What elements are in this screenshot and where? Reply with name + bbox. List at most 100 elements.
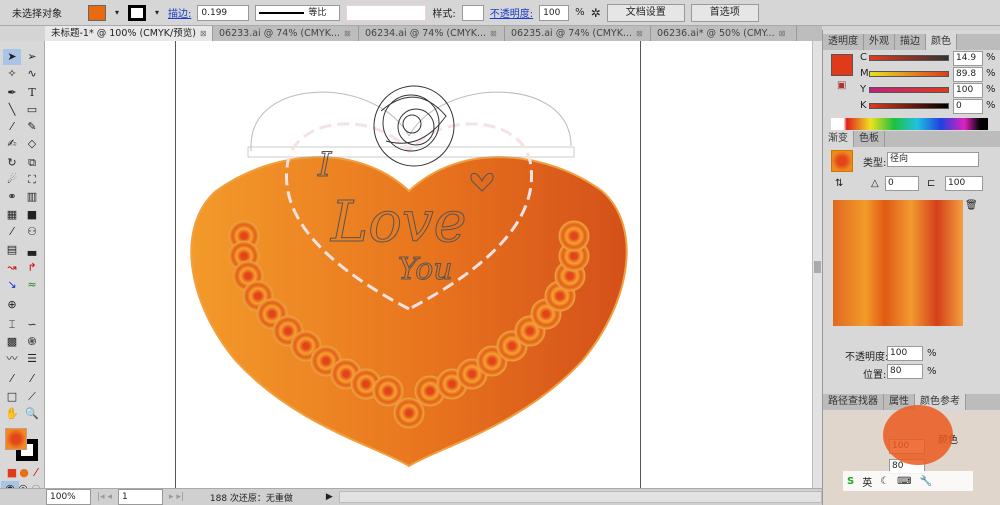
close-icon[interactable]: ⊠: [636, 29, 643, 38]
corner-tool-icon[interactable]: ↘: [3, 277, 21, 293]
rotate-tool-icon[interactable]: ↻: [3, 155, 21, 171]
k-value-input[interactable]: 0: [953, 99, 983, 114]
color-swatch[interactable]: [831, 54, 853, 76]
wave-tool-icon[interactable]: ∽: [23, 317, 41, 333]
tab-document[interactable]: 06234.ai @ 74% (CMYK... ⊠: [359, 26, 505, 41]
tab-document[interactable]: 06235.ai @ 74% (CMYK... ⊠: [505, 26, 651, 41]
grid-tool-icon[interactable]: ▩: [3, 334, 21, 350]
heart-artwork[interactable]: I Love You: [176, 41, 642, 488]
crosshair-tool-icon[interactable]: ⊕: [3, 297, 21, 313]
chevron-down-icon[interactable]: ▾: [112, 6, 122, 20]
tab-swatches[interactable]: 色板: [854, 131, 885, 147]
selection-tool-icon[interactable]: ➤: [3, 49, 21, 65]
vertical-scrollbar[interactable]: [812, 41, 822, 488]
status-menu-icon[interactable]: ▶: [326, 492, 333, 502]
stroke-swatch[interactable]: [128, 4, 146, 21]
line-tool-icon[interactable]: ╲: [3, 102, 21, 118]
out-of-gamut-icon[interactable]: ▣: [837, 80, 846, 91]
stop-opacity-input[interactable]: 100: [887, 346, 923, 361]
close-icon[interactable]: ⊠: [490, 29, 497, 38]
mesh-tool-icon[interactable]: ▦: [3, 207, 21, 223]
pen-tool-icon[interactable]: ✒: [3, 85, 21, 101]
preferences-button[interactable]: 首选项: [690, 3, 759, 22]
page-select[interactable]: 1: [117, 489, 163, 505]
close-icon[interactable]: ⊠: [779, 29, 786, 38]
c-slider[interactable]: [869, 55, 949, 61]
scribble-tool-icon[interactable]: 〰: [3, 351, 21, 367]
artboard[interactable]: I Love You: [175, 41, 641, 488]
pencil-tool-icon[interactable]: ✎: [23, 119, 41, 135]
tab-stroke[interactable]: 描边: [895, 34, 926, 50]
slice-tool-icon[interactable]: ⟋: [23, 389, 41, 405]
y-value-input[interactable]: 100: [953, 83, 983, 98]
none-mode-icon[interactable]: ⁄: [27, 465, 45, 481]
location-input[interactable]: 80: [887, 364, 923, 379]
reverse-gradient-icon[interactable]: ⇅: [835, 178, 843, 189]
aspect-ratio-input[interactable]: 100: [945, 176, 983, 191]
next-page-icon[interactable]: ▸ ▸|: [169, 492, 184, 502]
document-setup-button[interactable]: 文档设置: [606, 3, 685, 22]
graph-tool-icon[interactable]: ▃: [23, 242, 41, 258]
curvature-tool-icon[interactable]: ↱: [23, 260, 41, 276]
paintbrush-tool-icon[interactable]: ⁄: [3, 119, 21, 135]
lasso-tool-icon[interactable]: ∿: [23, 66, 41, 82]
tab-appearance[interactable]: 外观: [864, 34, 895, 50]
gradient-slider[interactable]: [833, 200, 963, 326]
gradient-tool-icon[interactable]: ■: [23, 207, 41, 223]
free-transform-tool-icon[interactable]: ⛶: [23, 172, 41, 188]
eraser-tool-icon[interactable]: ◇: [23, 136, 41, 152]
stroke-weight-input[interactable]: 0.199: [197, 4, 250, 21]
first-page-icon[interactable]: |◂ ◂: [97, 492, 112, 502]
live-paint-select-tool-icon[interactable]: ⁄: [23, 371, 41, 387]
opacity-input[interactable]: 100: [539, 4, 570, 21]
tab-pathfinder[interactable]: 路径查找器: [823, 394, 884, 410]
m-slider[interactable]: [869, 71, 949, 77]
fill-color-box[interactable]: [5, 428, 27, 450]
type-tool-icon[interactable]: T: [23, 85, 41, 101]
brush-select[interactable]: [346, 4, 427, 21]
eyedropper-tool-icon[interactable]: ⁄: [3, 224, 21, 240]
tab-document[interactable]: 未标题-1* @ 100% (CMYK/预览) ⊠: [45, 26, 213, 41]
gradient-type-select[interactable]: 径向: [887, 152, 979, 167]
canvas[interactable]: I Love You: [45, 41, 812, 488]
y-slider[interactable]: [869, 87, 949, 93]
k-slider[interactable]: [869, 103, 949, 109]
tab-document[interactable]: 06233.ai @ 74% (CMYK... ⊠: [213, 26, 359, 41]
m-value-input[interactable]: 89.8: [953, 67, 983, 82]
stroke-link[interactable]: 描边:: [168, 5, 191, 20]
chevron-down-icon[interactable]: ▾: [152, 6, 162, 20]
fill-swatch[interactable]: [88, 4, 106, 21]
zoom-select[interactable]: 100%: [46, 489, 91, 505]
color-spectrum[interactable]: [831, 118, 988, 130]
twirl-tool-icon[interactable]: ֍: [23, 334, 41, 350]
direct-selection-tool-icon[interactable]: ➢: [23, 49, 41, 65]
moon-icon[interactable]: ☾: [880, 476, 889, 487]
opacity-link[interactable]: 不透明度:: [490, 5, 533, 20]
tab-document[interactable]: 06236.ai* @ 50% (CMY... ⊠: [651, 26, 797, 41]
blob-brush-tool-icon[interactable]: ✍: [3, 136, 21, 152]
symbol-sprayer-tool-icon[interactable]: ▤: [3, 242, 21, 258]
blend-tool-icon[interactable]: ⚇: [23, 224, 41, 240]
ime-toolbar[interactable]: S 英 ☾ ⌨ 🔧: [843, 471, 973, 491]
delete-stop-icon[interactable]: 🗑: [965, 200, 978, 211]
angle-input[interactable]: 0: [885, 176, 919, 191]
perspective-grid-tool-icon[interactable]: ▥: [23, 189, 41, 205]
smooth-tool-icon[interactable]: ≈: [23, 277, 41, 293]
envelope-tool-icon[interactable]: ⌶: [3, 317, 21, 333]
shape-builder-tool-icon[interactable]: ⚭: [3, 189, 21, 205]
stroke-profile-select[interactable]: 等比: [255, 4, 341, 21]
gradient-preview-swatch[interactable]: [831, 150, 853, 172]
rectangle-tool-icon[interactable]: ▭: [23, 102, 41, 118]
tab-gradient[interactable]: 渐变: [823, 131, 854, 147]
artboard-tool-icon[interactable]: □: [3, 389, 21, 405]
tab-transparency[interactable]: 透明度: [823, 34, 864, 50]
width-tool-icon[interactable]: ↝: [3, 260, 21, 276]
wrench-icon[interactable]: 🔧: [920, 476, 932, 487]
scale-tool-icon[interactable]: ⧉: [23, 155, 41, 171]
live-paint-tool-icon[interactable]: ⁄: [3, 371, 21, 387]
magic-wand-tool-icon[interactable]: ✧: [3, 66, 21, 82]
style-select[interactable]: [461, 4, 484, 21]
close-icon[interactable]: ⊠: [200, 29, 207, 38]
tab-color[interactable]: 颜色: [926, 34, 957, 50]
recolor-icon[interactable]: ✲: [591, 6, 601, 20]
